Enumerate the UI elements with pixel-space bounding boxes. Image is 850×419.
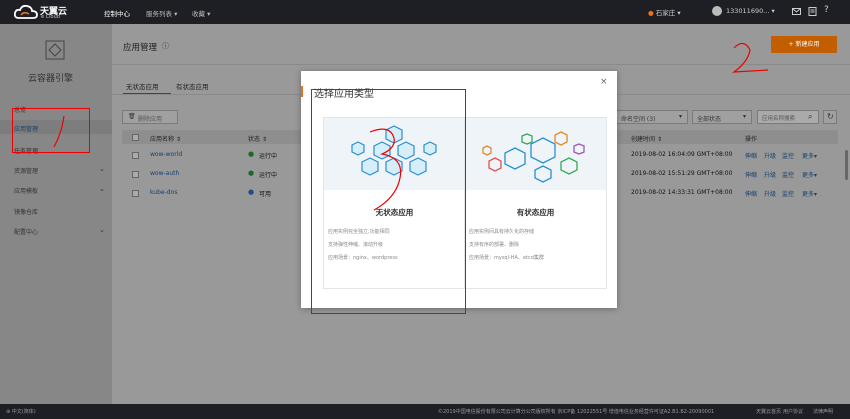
created-time: 2019-08-02 15:51:29 GMT+08:00 (631, 170, 733, 177)
brand-logo[interactable]: 天翼云 e Cloud (14, 3, 76, 21)
copyright-text: ©2019中国电信股份有限公司云计算分公司版权所有 京ICP备 12022551… (438, 409, 715, 415)
action-scale[interactable]: 伸缩 (745, 151, 757, 160)
app-name-link[interactable]: wow-world (150, 151, 182, 158)
refresh-button[interactable]: ↻ (823, 110, 837, 124)
chevron-down-icon: ▾ (207, 10, 211, 18)
action-upgrade[interactable]: 升级 (764, 151, 776, 160)
col-header-created[interactable]: 创建时间 ⇕ (631, 134, 662, 143)
annotation-mark-2 (731, 42, 769, 73)
action-scale[interactable]: 伸缩 (745, 170, 757, 179)
chevron-down-icon: ⌄ (99, 185, 105, 193)
namespace-select[interactable]: 命名空间 (3) ▾ (616, 110, 688, 124)
app-name-link[interactable]: kube-dns (150, 189, 178, 196)
status-text: 运行中 (259, 172, 278, 179)
mail-icon[interactable] (792, 8, 801, 15)
col-header-name[interactable]: 应用名称 ⇕ (150, 134, 181, 143)
tab-stateless[interactable]: 无状态应用 (126, 81, 159, 91)
status-select[interactable]: 全部状态 ▾ (692, 110, 752, 124)
card-desc-line: 应用场景：mysql-HA、etcd集群 (469, 255, 544, 261)
action-more[interactable]: 更多▾ (802, 151, 817, 160)
chevron-down-icon: ⌄ (99, 165, 105, 173)
globe-icon: ⊕ (6, 409, 11, 415)
container-engine-icon (45, 40, 65, 60)
region-selector[interactable]: ● 石家庄 ▾ (648, 7, 681, 17)
footer-link-home[interactable]: 天翼云首页 (756, 408, 781, 415)
colored-hexagons-icon (482, 131, 585, 183)
nav-service-list[interactable]: 服务列表 ▾ (146, 8, 177, 18)
help-icon[interactable]: ? (824, 5, 829, 15)
chevron-down-icon: ⌄ (99, 226, 105, 234)
help-circle-icon[interactable]: ⓘ (162, 41, 169, 51)
nav-favorites[interactable]: 收藏 ▾ (192, 8, 210, 18)
sidebar-item-image-repo[interactable]: 镜像仓库 (14, 207, 38, 216)
row-checkbox[interactable] (132, 190, 139, 197)
sort-icon: ⇕ (656, 136, 662, 143)
search-icon[interactable]: ⌕ (808, 112, 812, 122)
card-title: 有状态应用 (516, 208, 555, 217)
footer: ⊕ 中文(简体) ©2019中国电信股份有限公司云计算分公司版权所有 京ICP备… (0, 404, 850, 419)
action-more[interactable]: 更多▾ (802, 170, 817, 179)
action-more[interactable]: 更多▾ (802, 189, 817, 198)
close-icon[interactable]: × (600, 77, 608, 87)
action-monitor[interactable]: 监控 (782, 189, 794, 198)
refresh-icon: ↻ (827, 112, 834, 121)
language-selector[interactable]: ⊕ 中文(简体) (6, 408, 36, 415)
document-icon[interactable] (808, 7, 817, 16)
location-pin-icon: ● (648, 9, 654, 17)
footer-link-legal[interactable]: 法律声明 (813, 408, 833, 415)
stateful-illustration (465, 118, 606, 190)
cloud-logo-icon (14, 4, 38, 19)
col-header-status[interactable]: 状态 ⇕ (248, 134, 267, 143)
row-checkbox[interactable] (132, 152, 139, 159)
action-scale[interactable]: 伸缩 (745, 189, 757, 198)
footer-link-agreement[interactable]: 用户协议 (783, 408, 803, 415)
chevron-down-icon: ▾ (679, 113, 683, 120)
app-name-link[interactable]: wow-auth (150, 170, 179, 177)
chevron-down-icon: ▾ (743, 113, 747, 120)
row-checkbox[interactable] (132, 171, 139, 178)
title-accent-bar (301, 86, 303, 97)
delete-app-button[interactable]: 🗑 删除应用 (122, 110, 178, 124)
card-desc-line: 支持有序的部署、删除 (469, 242, 520, 248)
sidebar-item-resource-management[interactable]: 资源管理 (14, 166, 38, 175)
brand-name-en: e Cloud (41, 14, 60, 20)
nav-control-center[interactable]: 控制中心 (104, 8, 130, 18)
user-menu[interactable]: 133011690... ▾ (726, 7, 775, 15)
card-desc-line: 应用实例间具有持久化的存储 (469, 229, 535, 235)
created-time: 2019-08-02 14:33:31 GMT+08:00 (631, 189, 733, 196)
action-monitor[interactable]: 监控 (782, 151, 794, 160)
tab-stateful[interactable]: 有状态应用 (176, 81, 209, 91)
top-bar: 天翼云 e Cloud 控制中心 服务列表 ▾ 收藏 ▾ ● 石家庄 ▾ 133… (0, 0, 850, 24)
annotation-mark-3 (369, 128, 402, 211)
status-available-icon: ● (248, 188, 255, 196)
action-upgrade[interactable]: 升级 (764, 170, 776, 179)
status-running-icon: ● (248, 150, 255, 158)
search-input[interactable]: 应用名称搜索 ⌕ (757, 110, 819, 124)
card-stateful-app[interactable]: 有状态应用 应用实例间具有持久化的存储 支持有序的部署、删除 应用场景：mysq… (464, 117, 607, 289)
status-running-icon: ● (248, 169, 255, 177)
status-text: 可用 (259, 191, 272, 198)
annotation-mark-1 (53, 115, 65, 148)
page-title: 应用管理 (123, 43, 158, 53)
sort-icon: ⇕ (261, 136, 267, 143)
action-upgrade[interactable]: 升级 (764, 189, 776, 198)
sort-icon: ⇕ (175, 136, 181, 143)
action-monitor[interactable]: 监控 (782, 170, 794, 179)
created-time: 2019-08-02 16:04:09 GMT+08:00 (631, 151, 733, 158)
create-app-button[interactable]: + 新建应用 (771, 36, 837, 53)
sidebar-item-config-center[interactable]: 配置中心 (14, 227, 38, 236)
select-all-checkbox[interactable] (132, 134, 139, 141)
scrollbar[interactable] (845, 150, 848, 180)
col-header-actions: 操作 (745, 136, 758, 143)
trash-icon: 🗑 (128, 113, 136, 120)
sidebar-item-app-template[interactable]: 应用模板 (14, 186, 38, 195)
chevron-down-icon: ▾ (174, 10, 178, 18)
sidebar-title: 云容器引擎 (28, 74, 74, 84)
status-text: 运行中 (259, 153, 278, 160)
avatar[interactable] (712, 6, 722, 16)
